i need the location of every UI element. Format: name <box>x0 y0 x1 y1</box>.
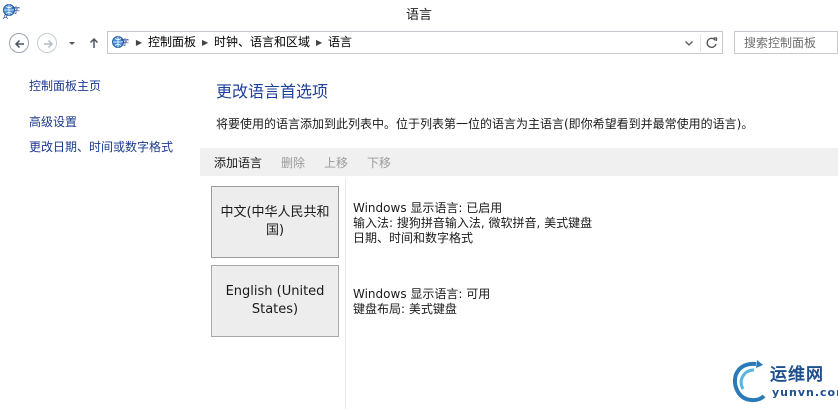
move-up-button[interactable]: 上移 <box>324 154 348 171</box>
language-tile-chinese[interactable]: 中文(中华人民共和国) <box>211 186 339 258</box>
page-description: 将要使用的语言添加到此列表中。位于列表第一位的语言为主语言(即你希望看到并最常使… <box>216 117 754 131</box>
forward-arrow-icon <box>44 39 54 49</box>
search-box[interactable] <box>734 31 838 54</box>
watermark: 运维网 yunvn.com <box>726 356 838 406</box>
language-toolbar: 添加语言 删除 上移 下移 <box>200 148 838 176</box>
list-divider <box>345 178 346 409</box>
breadcrumb-separator-icon[interactable]: ▶ <box>134 35 144 50</box>
remove-language-button[interactable]: 删除 <box>281 154 305 171</box>
title-bar: 字 A 语言 <box>0 0 838 26</box>
back-arrow-icon <box>14 39 24 49</box>
sidebar-item-advanced-settings[interactable]: 高级设置 <box>29 113 77 130</box>
watermark-url: yunvn.com <box>772 386 838 399</box>
address-bar[interactable]: 字 ▶ 控制面板 ▶ 时钟、语言和区域 ▶ 语言 <box>107 31 723 54</box>
chevron-down-icon <box>69 42 75 45</box>
control-panel-globe-icon: 字 <box>111 34 129 52</box>
back-button[interactable] <box>9 33 29 53</box>
svg-text:字: 字 <box>121 37 129 47</box>
language-details-english: Windows 显示语言: 可用 键盘布局: 美式键盘 <box>353 287 490 317</box>
breadcrumb-language[interactable]: 语言 <box>324 35 356 50</box>
window-title: 语言 <box>405 8 432 23</box>
navigation-bar: 字 ▶ 控制面板 ▶ 时钟、语言和区域 ▶ 语言 <box>0 26 838 60</box>
breadcrumb-separator-icon[interactable]: ▶ <box>200 35 210 50</box>
sidebar: 控制面板主页 高级设置 更改日期、时间或数字格式 <box>0 60 200 409</box>
breadcrumb-separator-icon[interactable]: ▶ <box>314 35 324 50</box>
language-detail-line: 键盘布局: 美式键盘 <box>353 302 457 316</box>
forward-button[interactable] <box>37 33 57 53</box>
language-detail-line: 日期、时间和数字格式 <box>353 231 474 245</box>
add-language-button[interactable]: 添加语言 <box>214 154 262 171</box>
address-dropdown-button[interactable] <box>682 35 696 51</box>
up-arrow-icon <box>89 37 99 48</box>
breadcrumb-clock-language-region[interactable]: 时钟、语言和区域 <box>210 35 314 50</box>
page-title: 更改语言首选项 <box>216 82 329 101</box>
refresh-icon <box>706 37 718 48</box>
move-down-button[interactable]: 下移 <box>367 154 391 171</box>
watermark-name: 运维网 <box>770 365 824 385</box>
sidebar-item-change-date-time-format[interactable]: 更改日期、时间或数字格式 <box>29 138 173 155</box>
language-details-chinese: Windows 显示语言: 已启用 输入法: 搜狗拼音输入法, 微软拼音, 美式… <box>353 201 592 246</box>
language-tile-english[interactable]: English (United States) <box>211 265 339 337</box>
language-detail-line: Windows 显示语言: 已启用 <box>353 201 503 215</box>
chevron-down-icon <box>685 41 693 46</box>
refresh-button[interactable] <box>700 34 722 52</box>
breadcrumb: ▶ 控制面板 ▶ 时钟、语言和区域 ▶ 语言 <box>134 35 356 50</box>
watermark-logo-icon <box>732 360 766 403</box>
language-detail-line: Windows 显示语言: 可用 <box>353 287 491 301</box>
language-detail-line: 输入法: 搜狗拼音输入法, 微软拼音, 美式键盘 <box>353 216 593 230</box>
recent-locations-button[interactable] <box>66 36 78 50</box>
up-button[interactable] <box>86 35 102 51</box>
breadcrumb-control-panel[interactable]: 控制面板 <box>144 35 200 50</box>
search-input[interactable] <box>735 32 837 53</box>
sidebar-item-control-panel-home[interactable]: 控制面板主页 <box>29 77 101 94</box>
